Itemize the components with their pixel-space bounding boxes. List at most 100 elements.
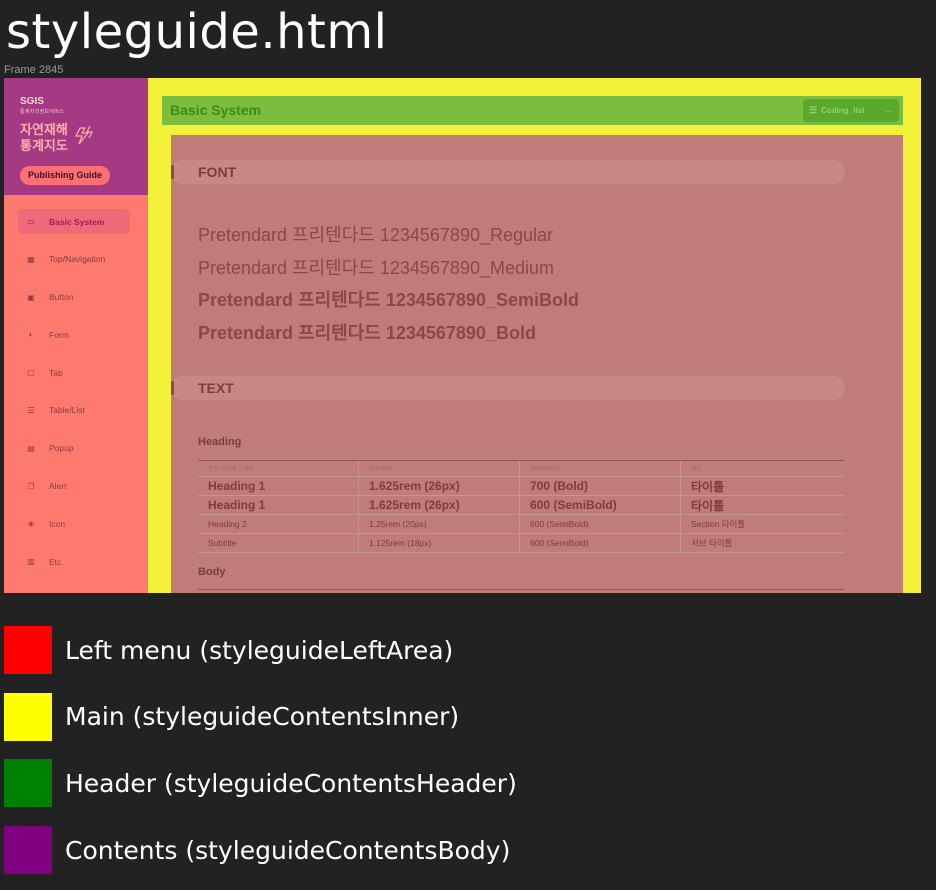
sidebar-item-label: Popup xyxy=(49,443,74,454)
publishing-guide-button[interactable]: Publishing Guide xyxy=(20,166,110,185)
legend-item-main: Main (styleguideContentsInner) xyxy=(4,692,517,741)
grid-icon: ▦ xyxy=(27,254,35,264)
table-cell: 600 (SemiBold) xyxy=(520,515,681,533)
column-header: font-weight xyxy=(520,461,681,476)
table-cell: 600 (SemiBold) xyxy=(520,534,681,552)
sidebar-item-label: Basic System xyxy=(49,216,105,227)
app-title-line1: 자연재해 xyxy=(20,122,68,137)
sidebar-item-etc[interactable]: ▥ Etc. xyxy=(18,549,130,574)
section-title-text: TEXT xyxy=(198,380,234,396)
frame-label: Frame 2845 xyxy=(4,64,64,76)
legend-label: Left menu (styleguideLeftArea) xyxy=(65,635,454,665)
table-cell: 1.25rem (20px) xyxy=(359,515,520,533)
table-cell: 타이틀 xyxy=(691,479,725,494)
section-bar xyxy=(171,381,174,395)
app-title-line2: 통계지도 xyxy=(20,138,68,153)
table-cell: Subtitle xyxy=(198,534,359,552)
font-sample-semibold: Pretendard 프리텐다드 1234567890_SemiBold xyxy=(198,290,579,310)
legend-item-left-menu: Left menu (styleguideLeftArea) xyxy=(4,626,517,674)
text-section-header: TEXT xyxy=(171,376,845,400)
table-cell: 1.625rem (26px) xyxy=(359,477,520,495)
sidebar-item-label: Button xyxy=(49,292,74,303)
table-row: Heading 1 1.625rem (26px) 700 (Bold) 타이틀 xyxy=(198,477,844,496)
sidebar-item-table-list[interactable]: ☰ Table/List xyxy=(18,398,130,423)
color-swatch-purple xyxy=(4,826,52,875)
column-header: 용도 xyxy=(691,467,703,473)
font-sample-regular: Pretendard 프리텐다드 1234567890_Regular xyxy=(198,225,554,245)
window-icon: ▤ xyxy=(27,443,35,453)
sidebar-item-alert[interactable]: ❐ Alert xyxy=(18,474,130,499)
legend-item-contents: Contents (styleguideContentsBody) xyxy=(4,826,517,875)
card-icon: ▥ xyxy=(27,557,35,567)
table-cell: 타이틀 xyxy=(691,498,725,513)
table-header-row: 폰트 타이포그래피 font-size font-weight 용도 xyxy=(198,461,844,477)
shapes-icon: ◈ xyxy=(27,519,35,529)
legend-label: Contents (styleguideContentsBody) xyxy=(65,835,511,865)
font-sample-bold: Pretendard 프리텐다드 1234567890_Bold xyxy=(198,323,536,343)
list-icon: ☰ xyxy=(809,105,818,115)
sidebar-item-popup[interactable]: ▤ Popup xyxy=(18,436,130,461)
table-cell: 1.625rem (26px) xyxy=(359,496,520,514)
sidebar-item-form[interactable]: ◐ Form xyxy=(18,322,130,347)
color-swatch-green xyxy=(4,759,52,808)
section-title-font: FONT xyxy=(198,164,237,180)
button-icon: ▣ xyxy=(27,292,35,302)
legend-item-header: Header (styleguideContentsHeader) xyxy=(4,759,517,808)
sidebar-item-icon[interactable]: ◈ Icon xyxy=(18,511,130,536)
table-cell: Heading 2 xyxy=(198,515,359,533)
sidebar-item-basic-system[interactable]: ▭ Basic System xyxy=(18,209,130,234)
section-bar xyxy=(171,165,174,179)
sidebar-item-label: Icon xyxy=(49,518,66,529)
styleguide-frame: SGIS 통계지리정보서비스 자연재해 통계지도 Publishing Guid… xyxy=(4,78,921,593)
sidebar-item-top-navigation[interactable]: ▦ Top/Navigation xyxy=(18,247,130,272)
tab-icon: ▢ xyxy=(27,368,35,378)
column-header: font-size xyxy=(359,461,520,476)
contents-body: FONT Pretendard 프리텐다드 1234567890_Regular… xyxy=(171,135,903,593)
table-row: Heading 1 1.625rem (26px) 600 (SemiBold)… xyxy=(198,496,844,515)
brand-subtitle: 통계지리정보서비스 xyxy=(20,109,65,115)
color-swatch-yellow xyxy=(4,692,52,741)
color-swatch-red xyxy=(4,626,52,674)
legend: Left menu (styleguideLeftArea) Main (sty… xyxy=(4,626,517,890)
table-cell: Heading 1 xyxy=(198,477,359,495)
monitor-icon: ▭ xyxy=(27,217,35,226)
brand-panel: SGIS 통계지리정보서비스 자연재해 통계지도 Publishing Guid… xyxy=(4,78,148,195)
sidebar-item-label: Table/List xyxy=(49,405,85,416)
font-sample-medium: Pretendard 프리텐다드 1234567890_Medium xyxy=(198,258,554,278)
typography-table: 폰트 타이포그래피 font-size font-weight 용도 Headi… xyxy=(198,460,844,553)
table-cell: Heading 1 xyxy=(198,496,359,514)
sidebar-item-label: Top/Navigation xyxy=(49,254,106,265)
column-header: 폰트 타이포그래피 xyxy=(198,461,359,476)
table-row: Heading 2 1.25rem (20px) 600 (SemiBold) … xyxy=(198,515,844,534)
contents-header: Basic System ☰ Coding_list → xyxy=(162,96,903,125)
sidebar-menu: ▭ Basic System ▦ Top/Navigation ▣ Button… xyxy=(18,209,130,587)
legend-label: Header (styleguideContentsHeader) xyxy=(65,768,517,798)
toggle-icon: ◐ xyxy=(28,330,34,340)
body-subhead: Body xyxy=(198,566,226,578)
sidebar-item-label: Form xyxy=(49,329,69,340)
left-menu-area: SGIS 통계지리정보서비스 자연재해 통계지도 Publishing Guid… xyxy=(4,78,148,593)
table-cell: 서브 타이틀 xyxy=(691,538,733,548)
divider xyxy=(198,589,844,590)
table-cell: 1.125rem (18px) xyxy=(359,534,520,552)
table-row: Subtitle 1.125rem (18px) 600 (SemiBold) … xyxy=(198,534,844,553)
table-cell: Section 타이틀 xyxy=(691,519,746,529)
header-title: Basic System xyxy=(170,102,262,118)
page-heading: styleguide.html xyxy=(6,4,388,60)
copy-icon: ❐ xyxy=(27,481,35,491)
table-cell: 600 (SemiBold) xyxy=(520,496,681,514)
arrow-right-icon: → xyxy=(883,105,893,116)
brand-logo[interactable]: SGIS xyxy=(20,96,44,107)
sidebar-item-label: Tab xyxy=(49,367,63,378)
list-icon: ☰ xyxy=(27,405,35,415)
sidebar-item-tab[interactable]: ▢ Tab xyxy=(18,360,130,385)
sidebar-item-label: Etc. xyxy=(49,556,64,567)
sidebar-item-label: Alert xyxy=(49,481,67,492)
coding-list-button[interactable]: ☰ Coding_list → xyxy=(803,99,899,122)
sidebar-item-button[interactable]: ▣ Button xyxy=(18,285,130,310)
app-title: 자연재해 통계지도 xyxy=(20,122,80,154)
heading-subhead: Heading xyxy=(198,436,242,448)
legend-label: Main (styleguideContentsInner) xyxy=(65,702,460,732)
coding-list-label: Coding_list xyxy=(821,106,865,115)
font-section-header: FONT xyxy=(171,160,845,184)
